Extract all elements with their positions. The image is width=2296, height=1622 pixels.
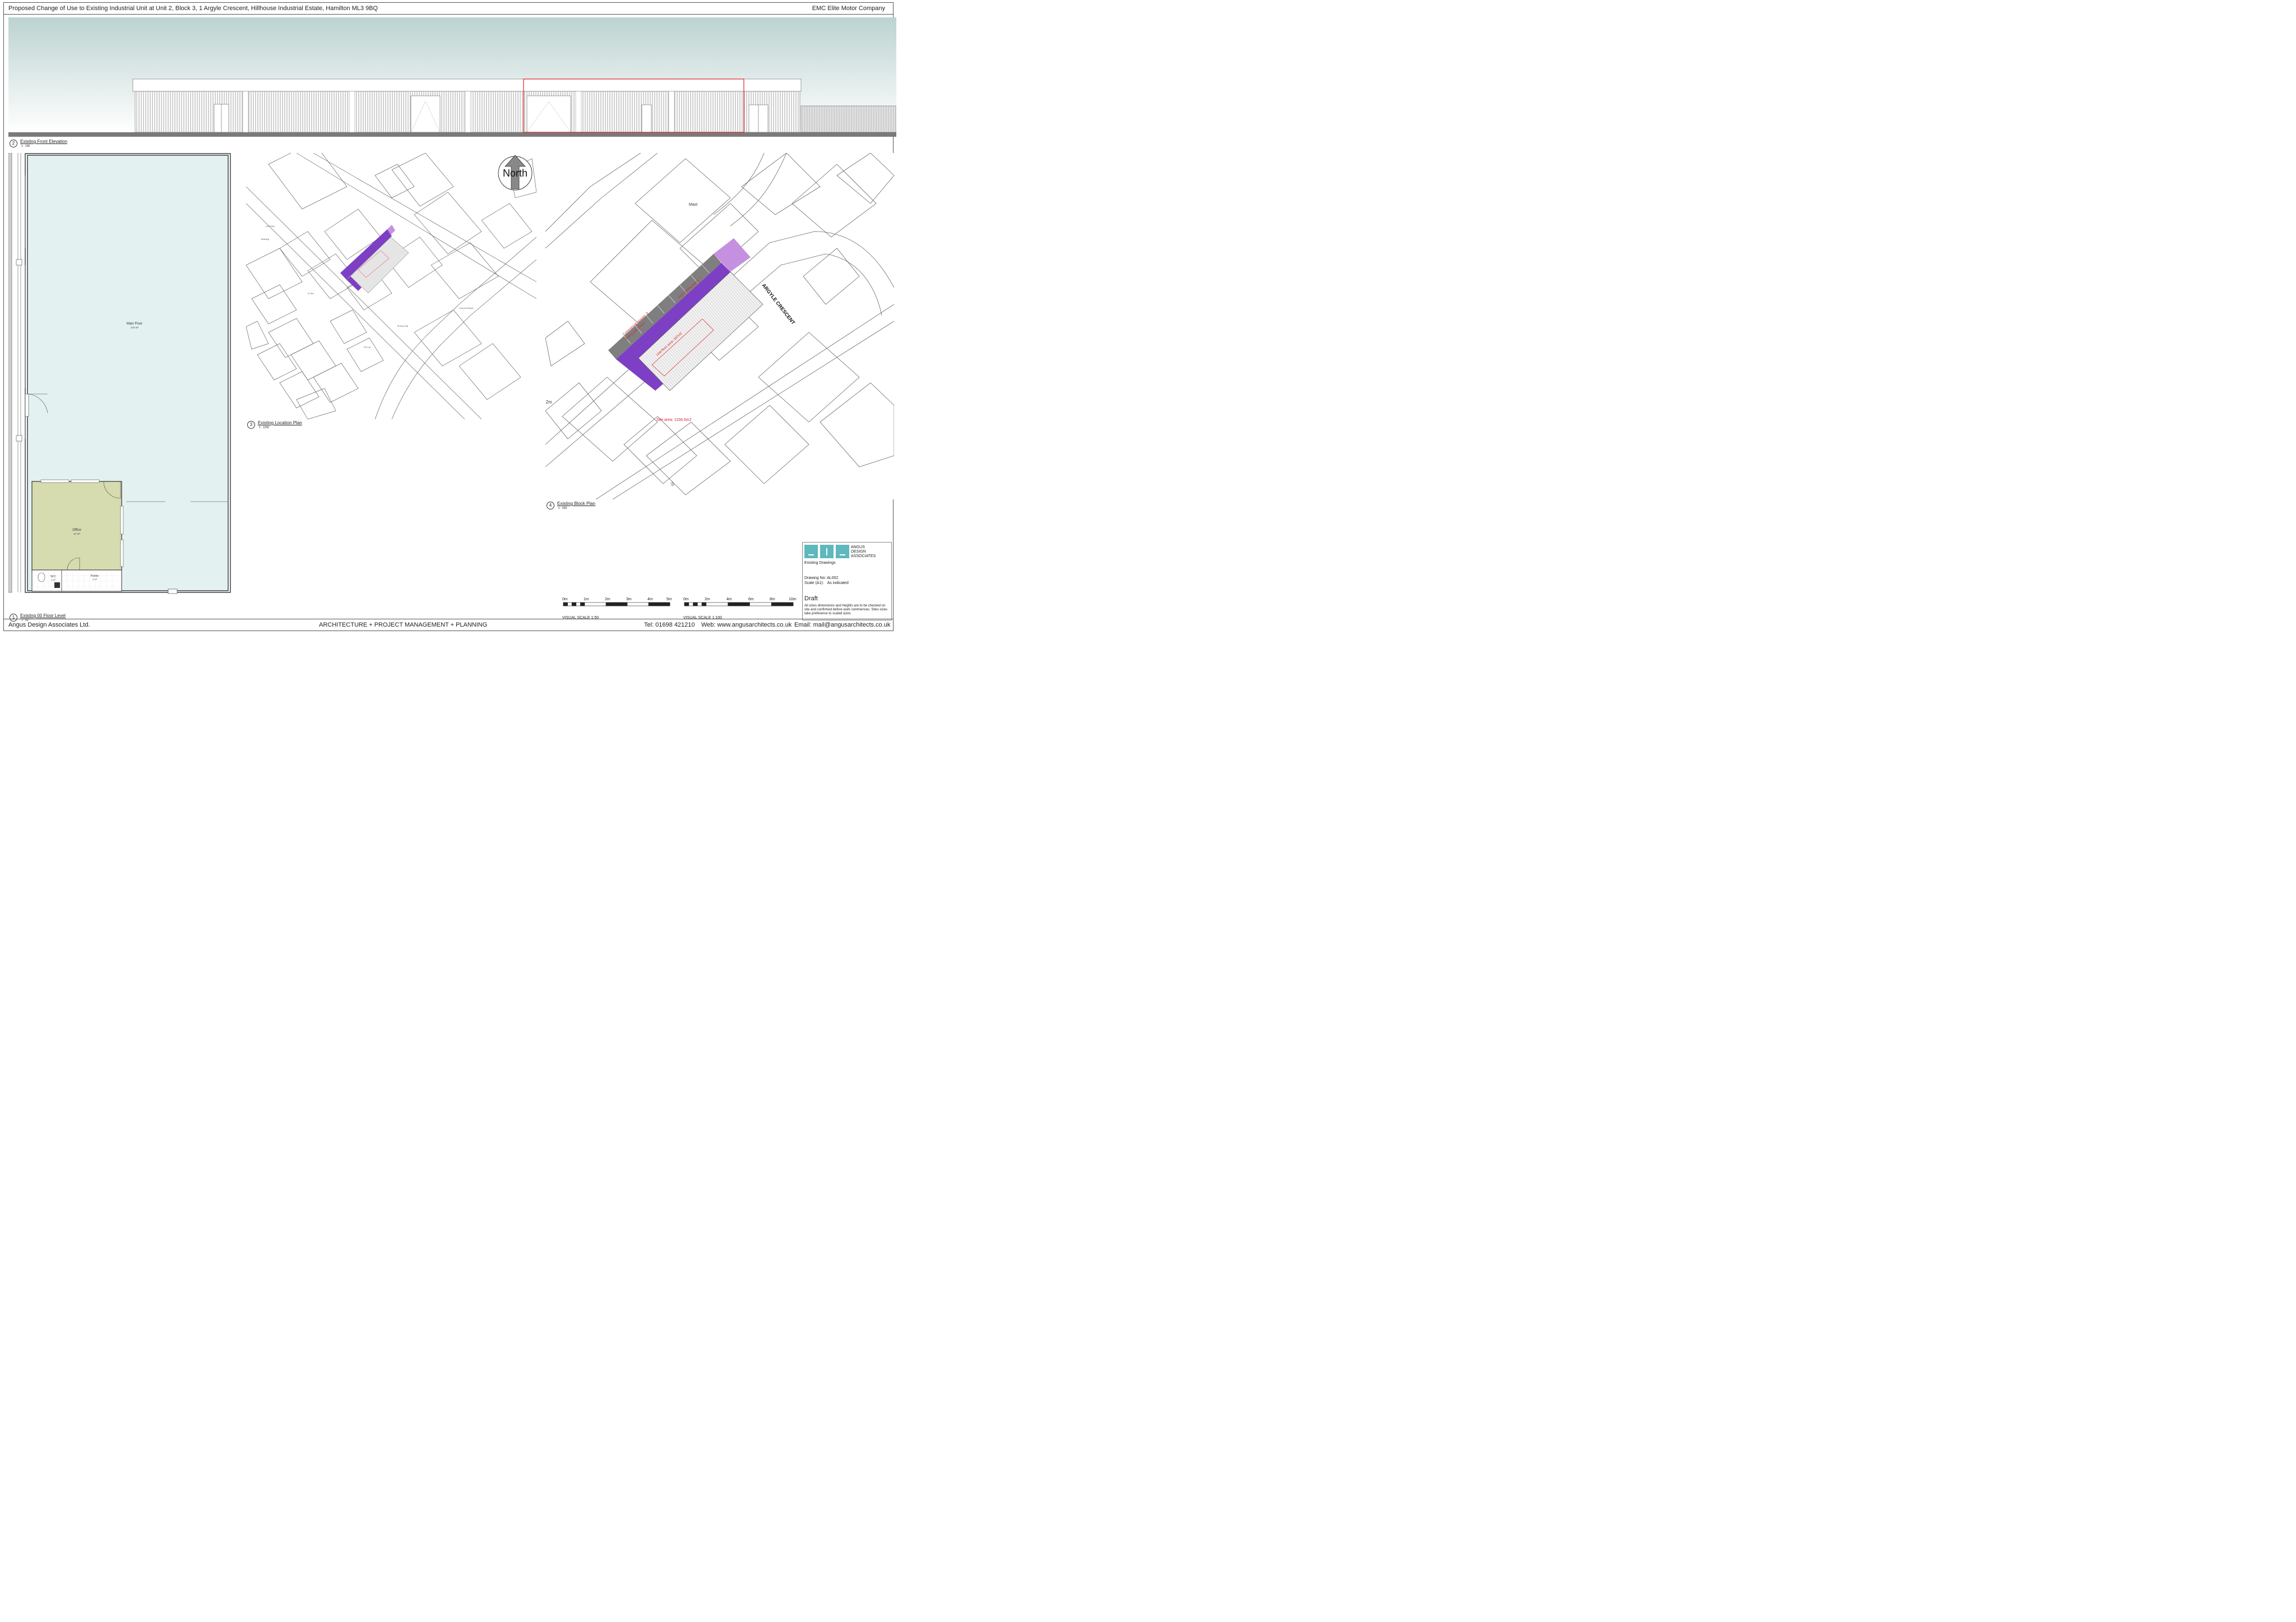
svg-text:Council Depot: Council Depot [459,307,474,309]
room-label-main: Main Floor [127,322,142,326]
room-area-main: 172 m² [131,326,139,329]
location-plan: North Car Park Bowling Bl Sub Sta Counci… [246,153,536,419]
company-name: ANGUS DESIGN ASSOCIATES [851,545,876,558]
footer-web[interactable]: Web: www.angusarchitects.co.uk [701,619,791,631]
drawing-sheet: Proposed Change of Use to Existing Indus… [3,2,896,631]
mast-label: Mast [689,203,697,207]
footer-email[interactable]: Email: mail@angusarchitects.co.uk [794,619,890,631]
north-label: North [503,168,527,179]
spot-level: 6.2m [545,400,552,405]
svg-text:Bl Sub Sta: Bl Sub Sta [397,325,409,327]
svg-text:Bowling: Bowling [261,238,269,240]
svg-text:El Sta: El Sta [308,292,314,295]
svg-text:Car Park: Car Park [266,225,275,228]
footer-services: ARCHITECTURE + PROJECT MANAGEMENT + PLAN… [319,622,488,628]
disclaimer-note: All sizes dimensions and heights are to … [804,604,888,615]
footer-tel: Tel: 01698 421210 [644,622,695,628]
footer-bar: Angus Design Associates Ltd. ARCHITECTUR… [4,619,893,631]
drawing-status: Draft [804,595,818,602]
room-label-office: Office [72,529,81,532]
front-elevation [8,17,896,137]
drawing-number: Drawing No: AL002 [804,576,839,580]
svg-text:PP Ltd: PP Ltd [364,346,371,349]
room-area-office: 17 m² [73,532,80,535]
drawing-scale: Scale (A1): As indicated [804,581,849,585]
footer-company: Angus Design Associates Ltd. [8,622,90,628]
block-plan: Unit floor area: 187m2 Commercial spaces… [545,153,894,499]
title-block: ANGUS DESIGN ASSOCIATES Existing Drawing… [802,542,892,620]
client-name: EMC Elite Motor Company [812,5,885,12]
header-bar: Proposed Change of Use to Existing Indus… [4,3,893,15]
room-area-wc: 2 m² [51,578,56,581]
sheet-title: Existing Drawings [804,561,836,565]
floor-plan: Main Floor 172 m² Office 17 m² W.C 2 m² … [8,153,231,594]
room-area-pantry: 3 m² [92,578,98,581]
project-title: Proposed Change of Use to Existing Indus… [8,5,378,12]
site-area: Site area: 1156.5m2 [656,418,692,422]
